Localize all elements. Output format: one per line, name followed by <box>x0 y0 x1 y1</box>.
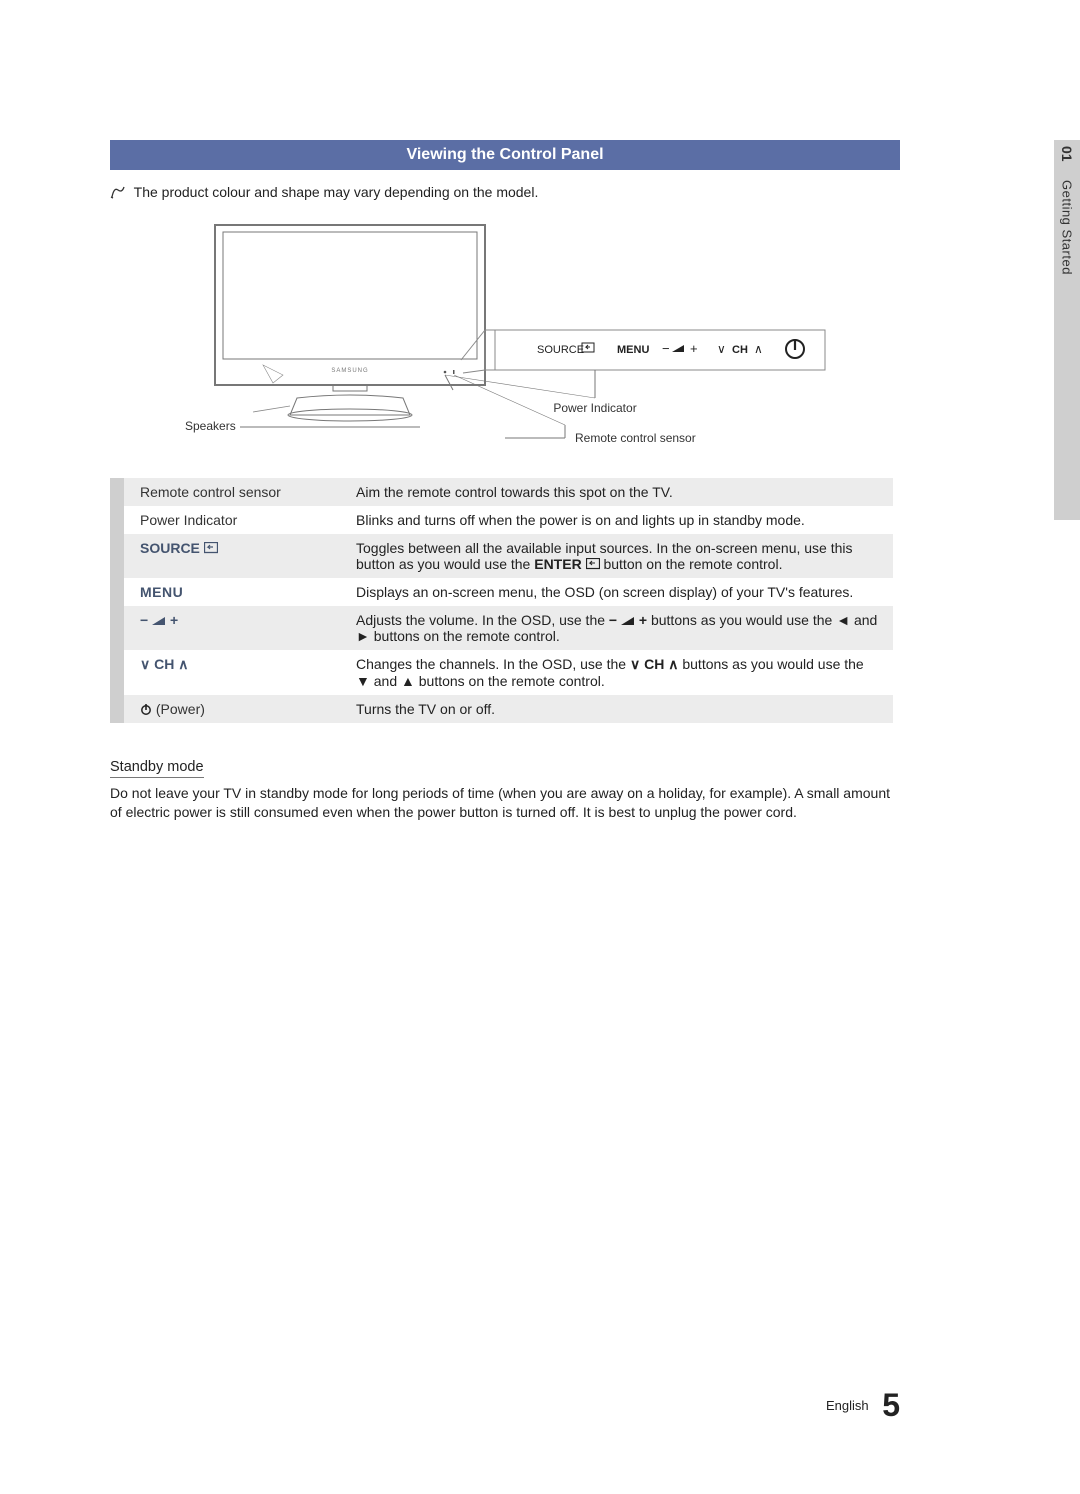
enter-icon <box>204 541 218 553</box>
row-desc: Blinks and turns off when the power is o… <box>348 506 893 534</box>
standby-section: Standby mode Do not leave your TV in sta… <box>110 723 900 822</box>
side-tab: 01 Getting Started <box>1054 140 1080 520</box>
row-label: MENU <box>140 584 183 600</box>
standby-heading: Standby mode <box>110 759 204 778</box>
tv-diagram: SAMSUNG SOURCE MENU − + ∨ <box>145 220 865 460</box>
section-title: Viewing the Control Panel <box>406 146 603 163</box>
side-tab-chapter: 01 <box>1059 146 1075 162</box>
row-desc: Turns the TV on or off. <box>348 695 893 723</box>
table-row: Remote control sensor Aim the remote con… <box>117 478 893 506</box>
note-icon <box>110 185 126 202</box>
svg-text:SOURCE: SOURCE <box>537 344 584 356</box>
volume-wedge-icon <box>621 613 635 623</box>
row-desc: Displays an on-screen menu, the OSD (on … <box>348 578 893 606</box>
svg-text:∨: ∨ <box>717 342 726 356</box>
power-icon <box>140 702 152 714</box>
table-row: (Power) Turns the TV on or off. <box>117 695 893 723</box>
section-title-bar: Viewing the Control Panel <box>110 140 900 170</box>
svg-text:∧: ∧ <box>754 342 763 356</box>
table-row: MENU Displays an on-screen menu, the OSD… <box>117 578 893 606</box>
enter-icon <box>586 557 600 569</box>
row-label: (Power) <box>156 701 205 717</box>
row-desc: Aim the remote control towards this spot… <box>348 478 893 506</box>
row-label: SOURCE <box>140 540 200 556</box>
table-row: Power Indicator Blinks and turns off whe… <box>117 506 893 534</box>
side-tab-title: Getting Started <box>1060 180 1075 275</box>
svg-text:+: + <box>690 341 698 356</box>
footer-page-number: 5 <box>882 1387 900 1423</box>
tv-diagram-svg: SAMSUNG SOURCE MENU − + ∨ <box>145 220 865 460</box>
note-line: The product colour and shape may vary de… <box>110 184 900 202</box>
page-footer: English 5 <box>826 1387 900 1424</box>
row-label-channel: ∨ CH ∧ <box>140 656 189 672</box>
row-desc: Changes the channels. In the OSD, use th… <box>348 650 893 695</box>
row-desc: Toggles between all the available input … <box>348 534 893 578</box>
svg-text:SAMSUNG: SAMSUNG <box>331 368 368 374</box>
row-label: Remote control sensor <box>140 484 281 500</box>
row-label: Power Indicator <box>140 512 237 528</box>
callout-speakers: Speakers <box>185 419 236 433</box>
row-label-volume: − + <box>140 612 178 628</box>
control-panel-table: Remote control sensor Aim the remote con… <box>110 478 900 723</box>
row-desc: Adjusts the volume. In the OSD, use the … <box>348 606 893 650</box>
svg-text:−: − <box>662 341 670 356</box>
footer-language: English <box>826 1398 869 1413</box>
callout-power-indicator: Power Indicator <box>553 401 636 415</box>
svg-text:MENU: MENU <box>617 344 649 356</box>
note-text: The product colour and shape may vary de… <box>134 184 539 200</box>
table-row: SOURCE Toggles between all the available… <box>117 534 893 578</box>
standby-body: Do not leave your TV in standby mode for… <box>110 784 900 822</box>
manual-page: 01 Getting Started Viewing the Control P… <box>0 0 1080 1494</box>
table-row: − + Adjusts the volume. In the OSD, use … <box>117 606 893 650</box>
callout-remote-sensor: Remote control sensor <box>575 431 696 445</box>
volume-wedge-icon <box>152 613 166 623</box>
table-row: ∨ CH ∧ Changes the channels. In the OSD,… <box>117 650 893 695</box>
svg-text:CH: CH <box>732 344 748 356</box>
